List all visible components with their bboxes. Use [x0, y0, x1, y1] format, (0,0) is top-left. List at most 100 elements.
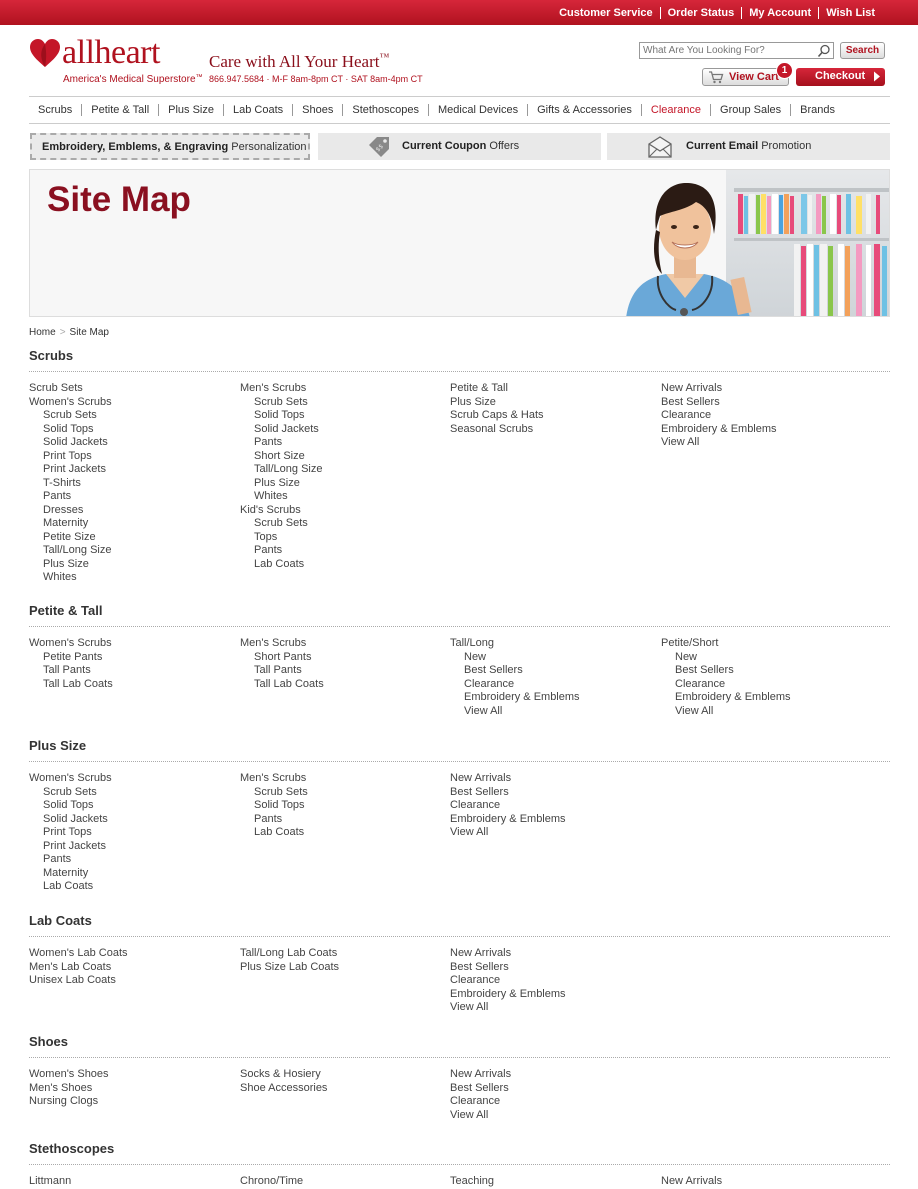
sitemap-link[interactable]: Tall/Long Size [240, 463, 445, 477]
sitemap-link[interactable]: Kid's Scrubs [240, 504, 445, 518]
sitemap-link[interactable]: Whites [240, 490, 445, 504]
sitemap-link[interactable]: New Arrivals [450, 947, 655, 961]
sitemap-link[interactable]: Best Sellers [450, 664, 655, 678]
breadcrumb-home[interactable]: Home [29, 327, 56, 338]
sitemap-link[interactable]: Petite & Tall [450, 382, 655, 396]
search-input[interactable] [640, 43, 810, 58]
sitemap-link[interactable]: Clearance [661, 678, 866, 692]
sitemap-link[interactable]: Embroidery & Emblems [661, 691, 866, 705]
nav-clearance[interactable]: Clearance [640, 104, 710, 116]
sitemap-link[interactable]: Women's Scrubs [29, 637, 234, 651]
sitemap-link[interactable]: Embroidery & Emblems [450, 988, 655, 1002]
customer-service-link[interactable]: Customer Service [552, 7, 660, 19]
sitemap-link[interactable]: Best Sellers [450, 1082, 655, 1096]
sitemap-link[interactable]: Embroidery & Emblems [661, 423, 866, 437]
coupon-promo[interactable]: $$ Current Coupon Offers [318, 133, 601, 160]
sitemap-link[interactable]: Short Size [240, 450, 445, 464]
sitemap-link[interactable]: Solid Tops [29, 423, 234, 437]
sitemap-link[interactable]: Scrub Caps & Hats [450, 409, 655, 423]
sitemap-link[interactable]: Teaching [450, 1175, 655, 1189]
sitemap-link[interactable]: Clearance [661, 409, 866, 423]
sitemap-link[interactable]: Maternity [29, 867, 234, 881]
sitemap-link[interactable]: Women's Shoes [29, 1068, 234, 1082]
sitemap-link[interactable]: Women's Scrubs [29, 396, 234, 410]
sitemap-link[interactable]: Tall Pants [29, 664, 234, 678]
sitemap-link[interactable]: Solid Tops [29, 799, 234, 813]
sitemap-link[interactable]: Men's Scrubs [240, 637, 445, 651]
sitemap-link[interactable]: Seasonal Scrubs [450, 423, 655, 437]
sitemap-link[interactable]: Plus Size [29, 558, 234, 572]
sitemap-link[interactable]: Maternity [29, 517, 234, 531]
sitemap-link[interactable]: Lab Coats [240, 826, 445, 840]
heart-logo-icon[interactable] [29, 38, 61, 68]
sitemap-link[interactable]: Men's Lab Coats [29, 961, 234, 975]
sitemap-link[interactable]: New [661, 651, 866, 665]
sitemap-link[interactable]: Short Pants [240, 651, 445, 665]
sitemap-link[interactable]: Chrono/Time [240, 1175, 445, 1189]
sitemap-link[interactable]: Scrub Sets [29, 786, 234, 800]
sitemap-link[interactable]: Solid Tops [240, 409, 445, 423]
sitemap-link[interactable]: Tall/Long Lab Coats [240, 947, 445, 961]
sitemap-link[interactable]: View All [450, 1109, 655, 1123]
sitemap-link[interactable]: Best Sellers [450, 961, 655, 975]
sitemap-link[interactable]: Lab Coats [29, 880, 234, 894]
sitemap-link[interactable]: Clearance [450, 799, 655, 813]
sitemap-link[interactable]: Tall Lab Coats [29, 678, 234, 692]
sitemap-link[interactable]: Clearance [450, 1095, 655, 1109]
sitemap-link[interactable]: Tall/Long [450, 637, 655, 651]
sitemap-link[interactable]: View All [661, 436, 866, 450]
sitemap-link[interactable]: View All [450, 826, 655, 840]
sitemap-link[interactable]: Pants [29, 853, 234, 867]
sitemap-link[interactable]: Whites [29, 571, 234, 585]
sitemap-link[interactable]: Plus Size Lab Coats [240, 961, 445, 975]
nav-shoes[interactable]: Shoes [292, 104, 342, 116]
sitemap-link[interactable]: Clearance [450, 678, 655, 692]
sitemap-link[interactable]: Shoe Accessories [240, 1082, 445, 1096]
sitemap-link[interactable]: Scrub Sets [29, 382, 234, 396]
sitemap-link[interactable]: Embroidery & Emblems [450, 691, 655, 705]
sitemap-link[interactable]: Best Sellers [661, 396, 866, 410]
order-status-link[interactable]: Order Status [659, 7, 742, 19]
sitemap-link[interactable]: Unisex Lab Coats [29, 974, 234, 988]
sitemap-link[interactable]: Tall Lab Coats [240, 678, 445, 692]
sitemap-link[interactable]: Solid Jackets [29, 813, 234, 827]
sitemap-link[interactable]: Tops [240, 531, 445, 545]
nav-plus-size[interactable]: Plus Size [158, 104, 223, 116]
sitemap-link[interactable]: Plus Size [450, 396, 655, 410]
sitemap-link[interactable]: Pants [240, 544, 445, 558]
nav-stethoscopes[interactable]: Stethoscopes [342, 104, 428, 116]
sitemap-link[interactable]: Print Tops [29, 826, 234, 840]
sitemap-link[interactable]: Petite/Short [661, 637, 866, 651]
checkout-button[interactable]: Checkout [796, 68, 885, 86]
sitemap-link[interactable]: Scrub Sets [240, 517, 445, 531]
email-promo[interactable]: Current Email Promotion [607, 133, 890, 160]
my-account-link[interactable]: My Account [741, 7, 818, 19]
nav-gifts-accessories[interactable]: Gifts & Accessories [527, 104, 641, 116]
sitemap-link[interactable]: New Arrivals [661, 382, 866, 396]
sitemap-link[interactable]: Pants [29, 490, 234, 504]
sitemap-link[interactable]: View All [450, 1001, 655, 1015]
sitemap-link[interactable]: Men's Scrubs [240, 382, 445, 396]
sitemap-link[interactable]: Women's Lab Coats [29, 947, 234, 961]
nav-group-sales[interactable]: Group Sales [710, 104, 790, 116]
search-icon[interactable] [817, 44, 831, 58]
sitemap-link[interactable]: Solid Jackets [29, 436, 234, 450]
sitemap-link[interactable]: Dresses [29, 504, 234, 518]
sitemap-link[interactable]: Tall/Long Size [29, 544, 234, 558]
sitemap-link[interactable]: New [450, 651, 655, 665]
sitemap-link[interactable]: Solid Tops [240, 799, 445, 813]
sitemap-link[interactable]: Print Tops [29, 450, 234, 464]
personalization-promo[interactable]: Embroidery, Emblems, & Engraving Persona… [30, 133, 310, 160]
nav-scrubs[interactable]: Scrubs [29, 104, 81, 116]
sitemap-link[interactable]: New Arrivals [450, 772, 655, 786]
sitemap-link[interactable]: Socks & Hosiery [240, 1068, 445, 1082]
sitemap-link[interactable]: Petite Size [29, 531, 234, 545]
search-field[interactable] [639, 42, 834, 59]
nav-medical-devices[interactable]: Medical Devices [428, 104, 527, 116]
sitemap-link[interactable]: Petite Pants [29, 651, 234, 665]
nav-petite-tall[interactable]: Petite & Tall [81, 104, 158, 116]
sitemap-link[interactable]: Men's Shoes [29, 1082, 234, 1096]
sitemap-link[interactable]: Littmann [29, 1175, 234, 1189]
sitemap-link[interactable]: Print Jackets [29, 463, 234, 477]
sitemap-link[interactable]: Scrub Sets [240, 786, 445, 800]
